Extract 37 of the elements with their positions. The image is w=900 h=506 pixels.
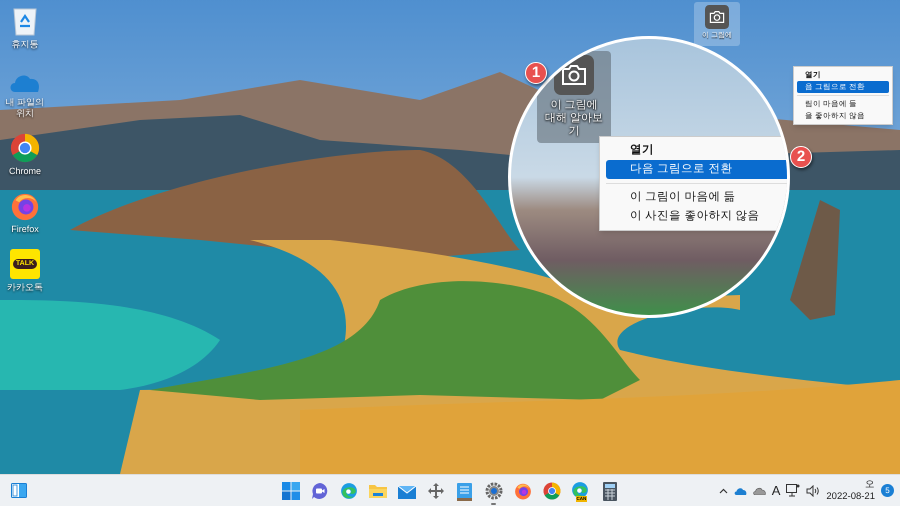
speaker-icon[interactable]: [806, 484, 820, 496]
desktop-icon-label[interactable]: 내 파일의 위치: [2, 97, 48, 119]
widget-label: 이 그림에 대해 알아보기: [544, 99, 604, 138]
widgets-icon[interactable]: [11, 483, 27, 498]
edge-canary-icon[interactable]: [570, 481, 588, 499]
edge-icon[interactable]: [340, 482, 358, 500]
start-icon[interactable]: [282, 482, 300, 500]
notepad-icon[interactable]: [457, 482, 472, 500]
cloud-icon[interactable]: [752, 486, 766, 494]
calculator-icon[interactable]: [602, 482, 616, 500]
menu-item[interactable]: 이 그림이 마음에 듦: [606, 188, 787, 207]
clock-time: 오: [865, 478, 875, 490]
recycle-bin-icon: [12, 6, 38, 36]
folder-icon[interactable]: [368, 483, 386, 499]
desktop-icon-label[interactable]: 카카오톡: [7, 282, 43, 293]
camera-icon: [705, 5, 729, 29]
four-arrows-icon[interactable]: [426, 482, 444, 500]
clock-date: 2022-08-21: [826, 490, 875, 502]
clock[interactable]: 오 2022-08-21: [826, 478, 875, 502]
chevron-up-icon[interactable]: [718, 488, 728, 494]
menu-item[interactable]: 이 사진을 좋아하지 않음: [606, 207, 787, 226]
notification-badge[interactable]: 5: [881, 484, 894, 497]
cloud-icon[interactable]: [734, 486, 747, 494]
menu-item[interactable]: 열기: [606, 141, 787, 160]
chrome-icon: [10, 133, 40, 163]
desktop-icon-label[interactable]: Chrome: [8, 166, 41, 177]
network-icon[interactable]: [786, 484, 800, 497]
chrome-icon[interactable]: [542, 482, 560, 500]
settings-icon[interactable]: [484, 482, 502, 500]
menu-item[interactable]: 다음 그림으로 전환: [606, 160, 787, 179]
running-indicator: [491, 503, 496, 505]
desktop-icon-label[interactable]: Firefox: [11, 224, 39, 235]
firefox-icon[interactable]: [514, 482, 532, 500]
input-method-indicator[interactable]: A: [772, 480, 780, 500]
mail-icon[interactable]: [398, 484, 416, 498]
firefox-icon: [10, 191, 40, 221]
chat-icon[interactable]: [310, 482, 328, 500]
